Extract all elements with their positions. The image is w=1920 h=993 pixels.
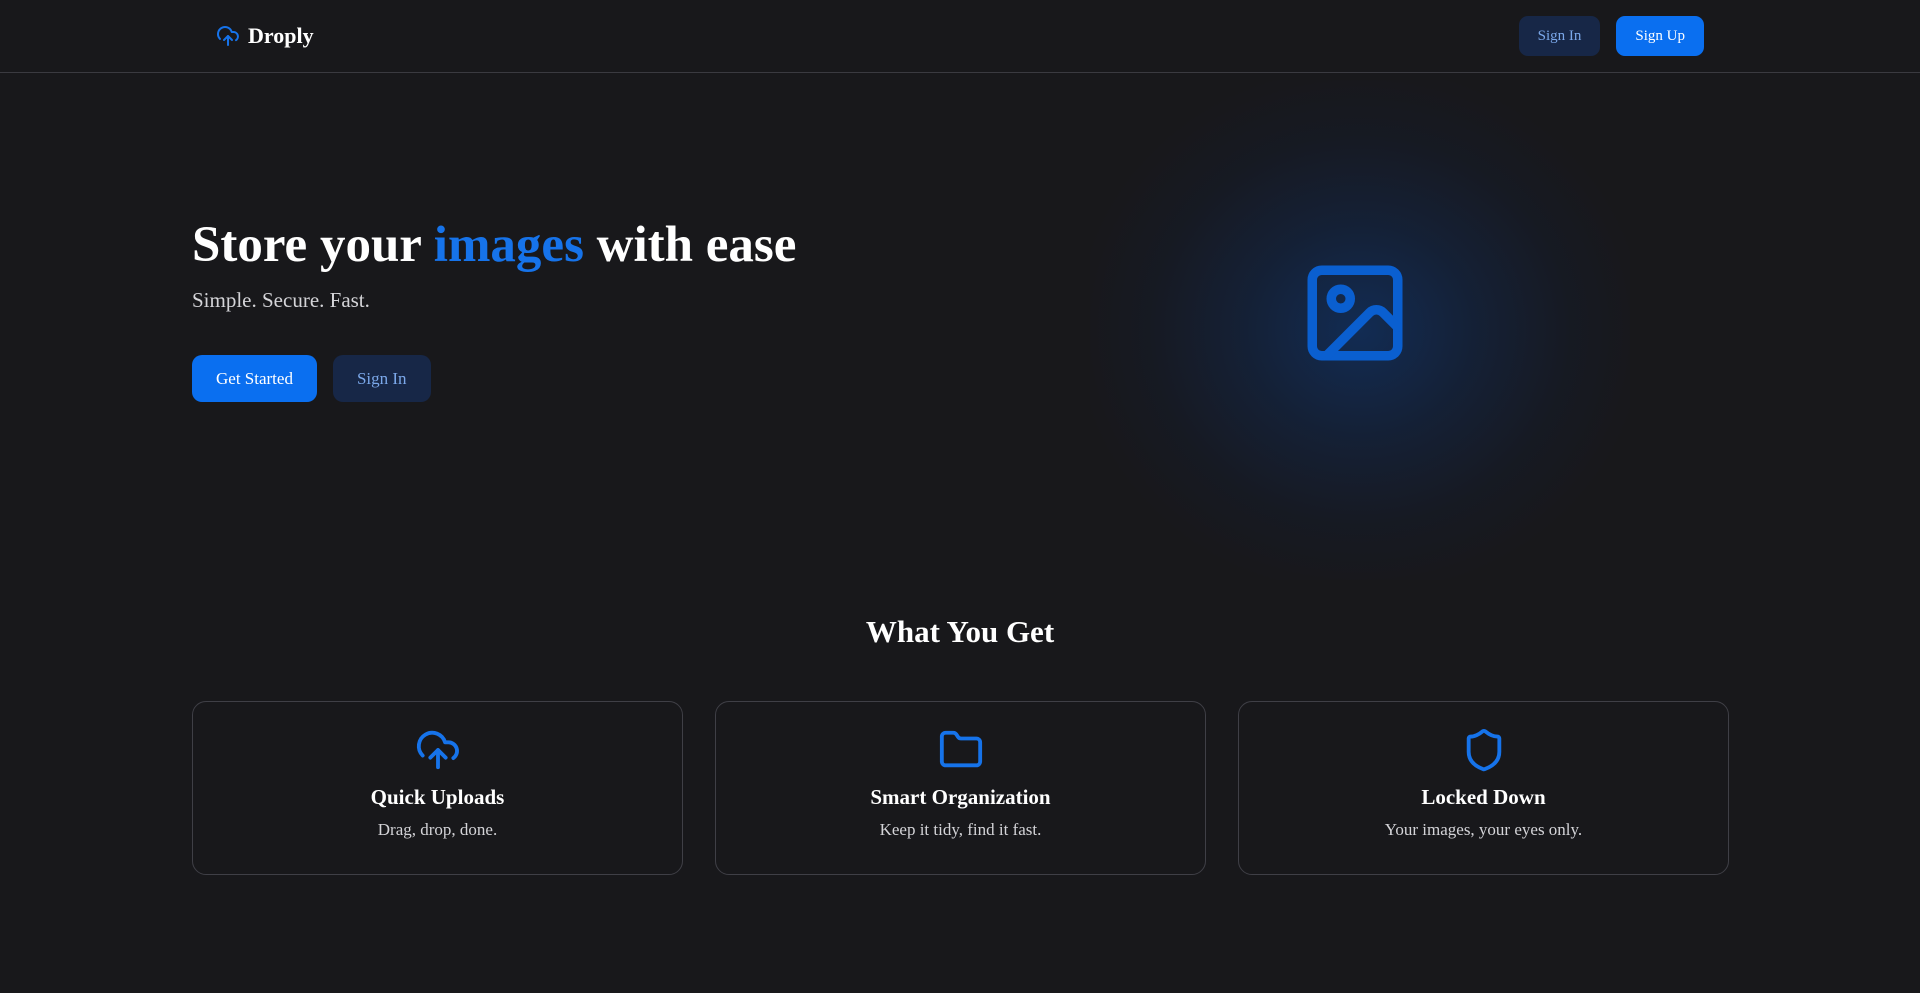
cloud-upload-icon	[216, 24, 240, 48]
hero-subtitle: Simple. Secure. Fast.	[192, 288, 370, 312]
nav-actions: Sign In Sign Up	[1518, 16, 1704, 56]
get-started-button[interactable]: Get Started	[192, 355, 317, 402]
feature-title: Smart Organization	[870, 785, 1051, 809]
hero-title-accent: images	[433, 217, 584, 273]
feature-card-quick-uploads: Quick Uploads Drag, drop, done.	[192, 701, 683, 875]
brand-name: Droply	[248, 23, 314, 48]
nav-sign-in-button[interactable]: Sign In	[1518, 16, 1601, 56]
feature-description: Your images, your eyes only.	[1384, 820, 1583, 839]
nav-sign-up-button[interactable]: Sign Up	[1616, 16, 1704, 56]
feature-title: Quick Uploads	[370, 785, 505, 809]
hero-sign-in-button[interactable]: Sign In	[332, 355, 431, 402]
feature-description: Drag, drop, done.	[377, 820, 498, 839]
features-grid: Quick Uploads Drag, drop, done. Smart Or…	[192, 701, 1729, 875]
hero-title: Store your images with ease	[192, 216, 796, 274]
cloud-upload-icon	[414, 727, 462, 773]
feature-title: Locked Down	[1421, 785, 1546, 809]
feature-card-locked-down: Locked Down Your images, your eyes only.	[1238, 701, 1729, 875]
top-navbar: Droply Sign In Sign Up	[0, 0, 1920, 73]
image-icon	[1298, 256, 1412, 370]
hero-title-start: Store your	[192, 217, 434, 273]
feature-description: Keep it tidy, find it fast.	[879, 820, 1042, 839]
folder-icon	[937, 727, 985, 773]
hero-title-end: with ease	[583, 217, 797, 273]
features-heading: What You Get	[865, 614, 1055, 649]
shield-icon	[1460, 727, 1508, 773]
brand-logo[interactable]: Droply	[216, 22, 314, 50]
feature-card-smart-organization: Smart Organization Keep it tidy, find it…	[715, 701, 1206, 875]
hero-actions: Get Started Sign In	[192, 355, 431, 402]
